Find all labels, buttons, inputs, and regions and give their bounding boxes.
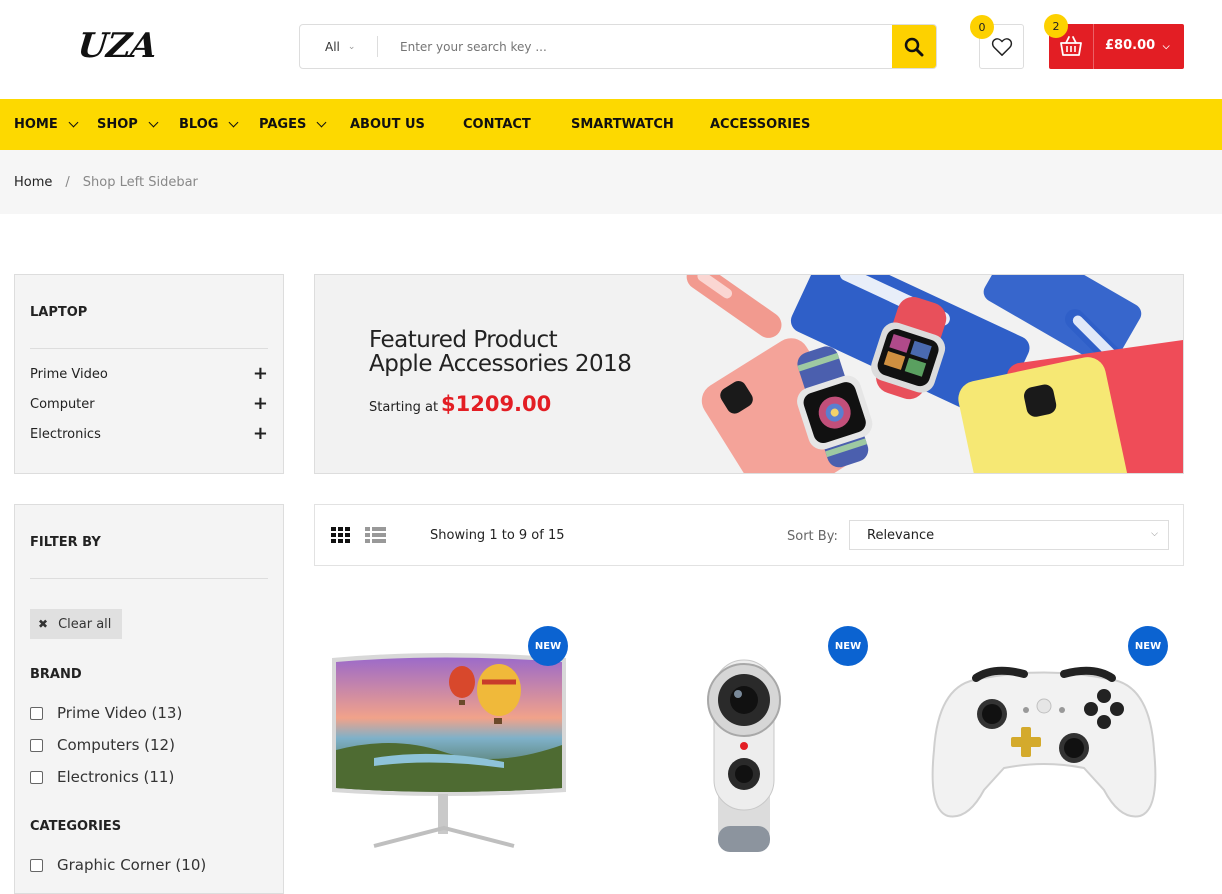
chevron-down-icon: ⌵: [1162, 42, 1170, 52]
chevron-down-icon: ⌄: [347, 41, 356, 52]
category-item-computer[interactable]: Computer +: [30, 395, 268, 413]
banner-price: $1209.00: [441, 392, 552, 416]
breadcrumb-separator: /: [65, 174, 70, 190]
cart-divider: [1093, 24, 1094, 69]
plus-icon[interactable]: +: [253, 365, 268, 383]
nav-item-about-us[interactable]: ABOUT US: [350, 99, 425, 150]
search-button[interactable]: [892, 25, 936, 68]
filter-box: FILTER BY ✖ Clear all BRAND Prime Video …: [14, 504, 284, 894]
cart-count-badge: 2: [1044, 14, 1068, 38]
plus-icon[interactable]: +: [253, 425, 268, 443]
sort-select[interactable]: Relevance ⌵: [849, 520, 1169, 550]
nav-item-smartwatch[interactable]: SMARTWATCH: [571, 99, 674, 150]
nav-item-label: SMARTWATCH: [571, 117, 674, 132]
nav-item-label: BLOG: [179, 117, 219, 132]
chevron-down-icon: ⌵: [1151, 529, 1158, 539]
new-badge: NEW: [1128, 626, 1168, 666]
nav-item-shop[interactable]: SHOP: [97, 99, 159, 150]
curved-monitor-image: [332, 653, 566, 848]
results-count: Showing 1 to 9 of 15: [430, 528, 565, 543]
new-badge: NEW: [528, 626, 568, 666]
search-divider: [377, 36, 378, 57]
clear-all-button[interactable]: ✖ Clear all: [30, 609, 122, 639]
search-icon: [904, 37, 924, 56]
category-filter-graphic-corner[interactable]: Graphic Corner (10): [30, 856, 206, 874]
heart-icon: [991, 37, 1012, 56]
category-item-label: Electronics: [30, 427, 101, 442]
banner-starting-at: Starting at: [369, 400, 439, 415]
breadcrumb-current: Shop Left Sidebar: [82, 174, 198, 190]
search-bar: All ⌄: [299, 24, 937, 69]
cart-amount: £80.00: [1105, 38, 1156, 53]
checkbox[interactable]: [30, 706, 43, 720]
nav-item-label: ACCESSORIES: [710, 117, 811, 132]
chevron-down-icon: [316, 117, 327, 127]
checkbox[interactable]: [30, 738, 43, 752]
brand-filter-computers[interactable]: Computers (12): [30, 736, 175, 754]
clear-all-label: Clear all: [58, 616, 112, 632]
chevron-down-icon: [229, 117, 239, 127]
breadcrumb: Home / Shop Left Sidebar: [0, 150, 1222, 214]
brand-filter-electronics[interactable]: Electronics (11): [30, 768, 174, 786]
grid-view-icon[interactable]: [331, 527, 351, 543]
nav-item-label: SHOP: [97, 117, 138, 132]
brand-filter-label: Computers (12): [57, 736, 175, 754]
plus-icon[interactable]: +: [253, 395, 268, 413]
category-item-prime-video[interactable]: Prime Video +: [30, 365, 268, 383]
checkbox[interactable]: [30, 858, 43, 872]
chevron-down-icon: [148, 117, 159, 127]
divider: [30, 578, 268, 579]
360-camera-image: [707, 659, 781, 852]
brand-filter-label: Electronics (11): [57, 768, 175, 786]
search-input[interactable]: [390, 25, 880, 68]
featured-banner[interactable]: Featured Product Apple Accessories 2018 …: [314, 274, 1184, 474]
game-controller-image: [931, 666, 1157, 818]
site-header: UZA All ⌄ 0 £80.00 ⌵: [0, 0, 1222, 99]
search-category-select[interactable]: All ⌄: [300, 25, 378, 68]
sort-label: Sort By:: [787, 529, 838, 544]
categories-title: CATEGORIES: [30, 819, 122, 834]
nav-item-label: CONTACT: [463, 117, 531, 132]
nav-item-pages[interactable]: PAGES: [259, 99, 327, 150]
brand-title: BRAND: [30, 667, 82, 682]
new-badge: NEW: [828, 626, 868, 666]
banner-title-line-2: Apple Accessories 2018: [369, 351, 632, 377]
breadcrumb-home-link[interactable]: Home: [14, 175, 52, 190]
basket-icon: [1060, 36, 1082, 56]
cart-total: £80.00 ⌵: [1105, 38, 1170, 53]
search-category-label: All: [325, 39, 340, 54]
cart-button[interactable]: £80.00 ⌵: [1049, 24, 1184, 69]
banner-title-line-1: Featured Product: [369, 327, 558, 353]
brand-filter-label: Prime Video (13): [57, 704, 183, 722]
laptop-box-title: LAPTOP: [30, 305, 88, 320]
nav-item-home[interactable]: HOME: [14, 99, 79, 150]
checkbox[interactable]: [30, 770, 43, 784]
nav-item-label: ABOUT US: [350, 117, 425, 132]
product-card[interactable]: NEW: [614, 620, 874, 882]
site-logo[interactable]: UZA: [76, 26, 158, 66]
main-nav: HOME SHOP BLOG PAGES ABOUT US CONTACT SM…: [0, 99, 1222, 150]
divider: [30, 348, 268, 349]
sort-value: Relevance: [867, 527, 935, 543]
close-icon: ✖: [38, 617, 49, 631]
nav-item-accessories[interactable]: ACCESSORIES: [710, 99, 810, 150]
category-item-label: Computer: [30, 397, 95, 412]
chevron-down-icon: [68, 117, 79, 127]
shop-toolbar: Showing 1 to 9 of 15 Sort By: Relevance …: [314, 504, 1184, 566]
category-item-electronics[interactable]: Electronics +: [30, 425, 268, 443]
list-view-icon[interactable]: [365, 527, 386, 543]
product-card[interactable]: NEW: [314, 620, 574, 882]
nav-item-label: HOME: [14, 117, 58, 132]
filter-box-title: FILTER BY: [30, 535, 101, 550]
wishlist-count-badge: 0: [970, 15, 994, 39]
nav-item-contact[interactable]: CONTACT: [463, 99, 531, 150]
laptop-category-box: LAPTOP Prime Video + Computer + Electron…: [14, 274, 284, 474]
brand-filter-prime-video[interactable]: Prime Video (13): [30, 704, 182, 722]
nav-item-blog[interactable]: BLOG: [179, 99, 239, 150]
product-card[interactable]: NEW: [914, 620, 1174, 882]
category-item-label: Prime Video: [30, 367, 108, 382]
nav-item-label: PAGES: [259, 117, 307, 132]
category-filter-label: Graphic Corner (10): [57, 856, 207, 874]
